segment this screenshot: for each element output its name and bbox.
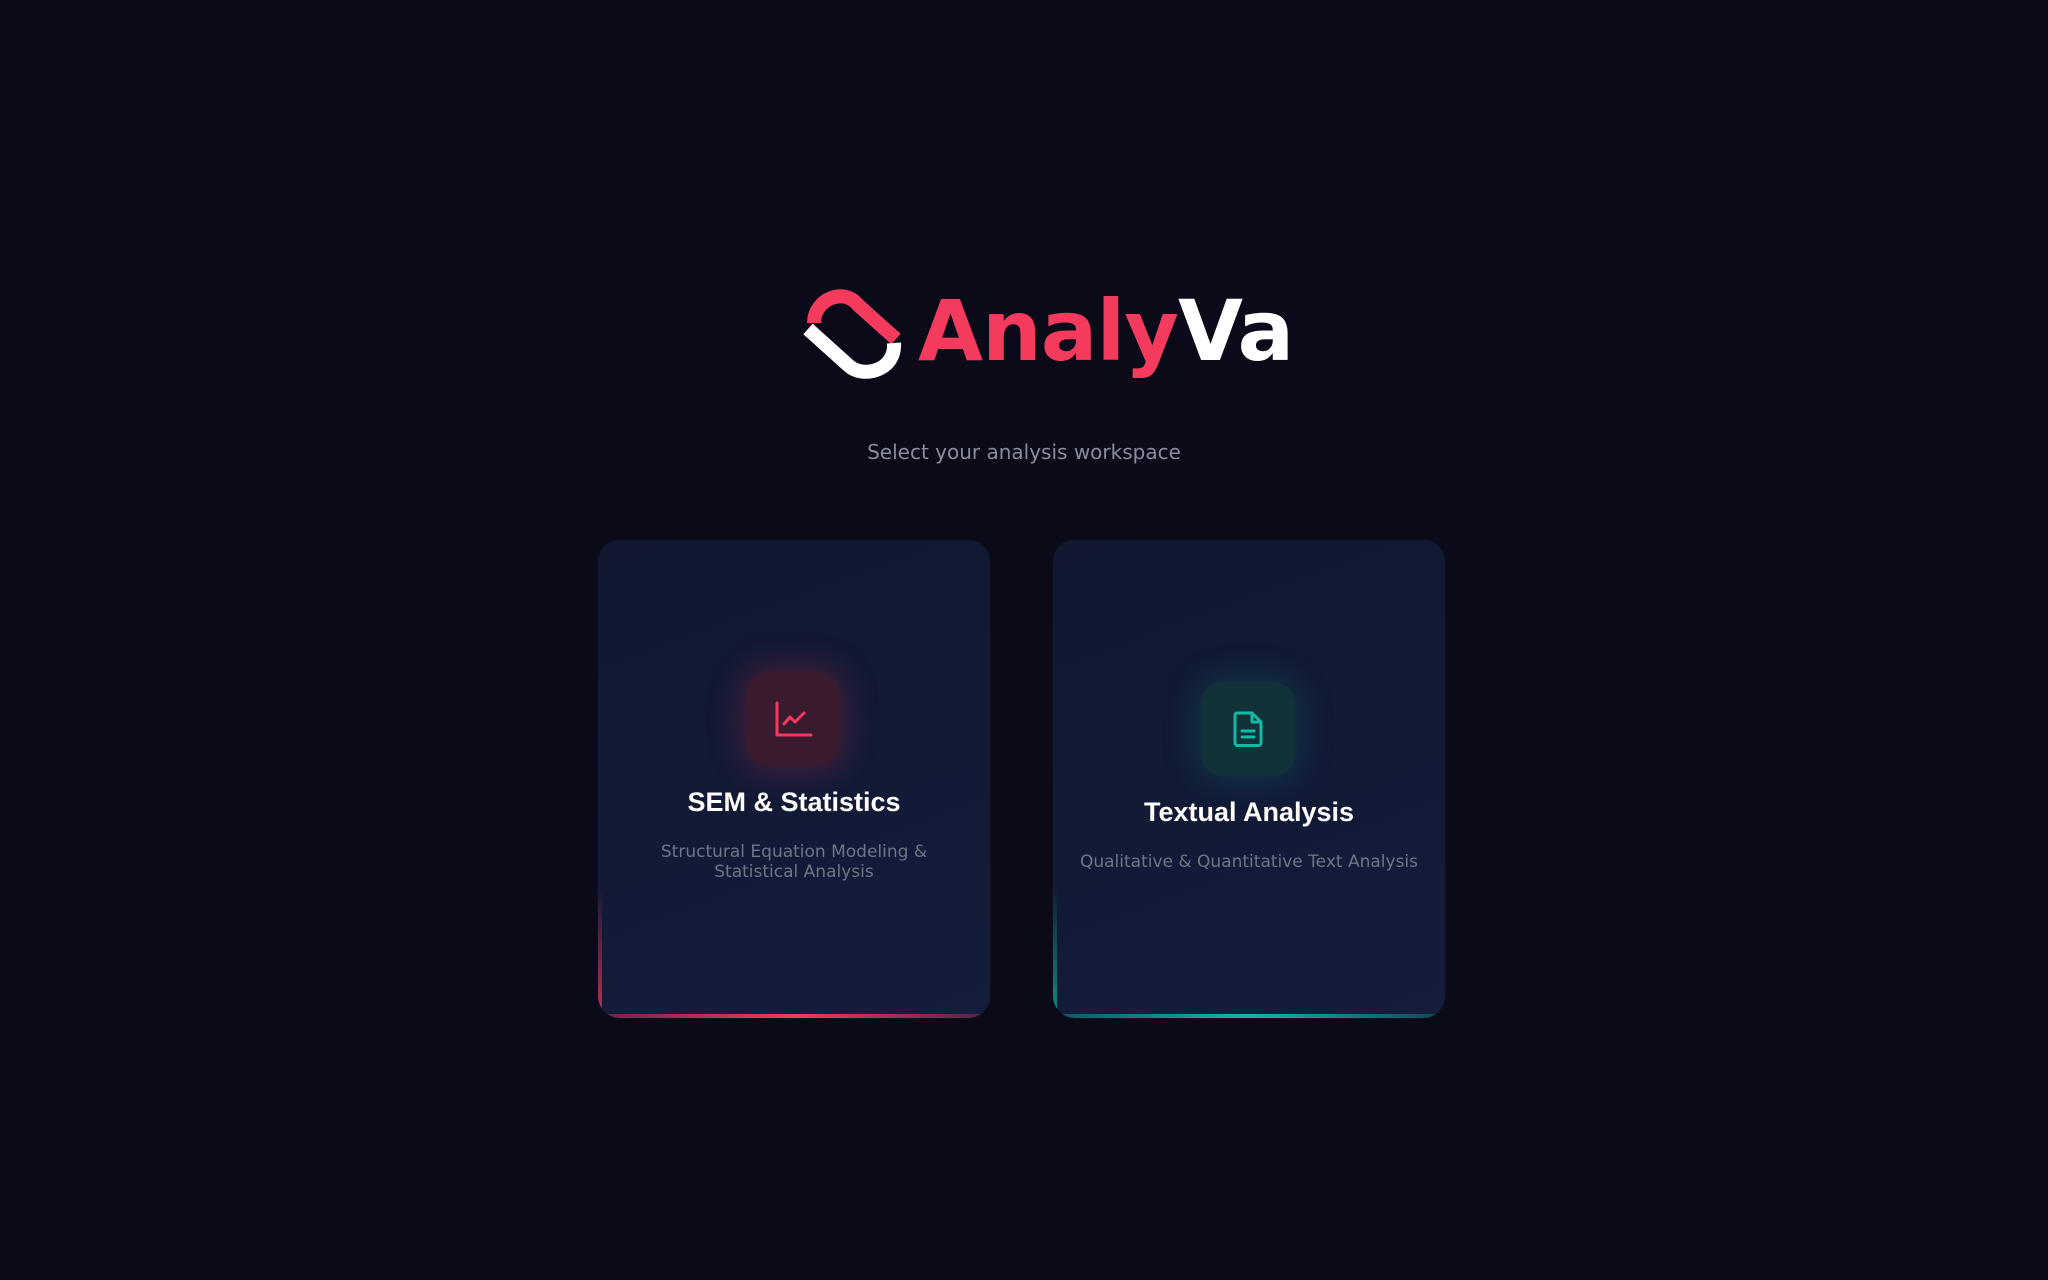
brand-name-part-2: Va bbox=[1178, 282, 1294, 380]
brand-wordmark: AnalyVa bbox=[918, 289, 1294, 373]
line-chart-icon bbox=[775, 701, 813, 737]
workspace-icon-container bbox=[746, 672, 840, 766]
workspace-description: Structural Equation Modeling & Statistic… bbox=[660, 842, 928, 882]
workspace-card-sem-statistics[interactable]: SEM & Statistics Structural Equation Mod… bbox=[598, 540, 990, 1018]
brand-name-part-1: Analy bbox=[918, 282, 1179, 380]
workspace-title: Textual Analysis bbox=[1143, 797, 1355, 827]
analyva-logo-icon bbox=[803, 289, 901, 379]
brand-logo: AnalyVa bbox=[800, 276, 1294, 386]
document-icon bbox=[1233, 711, 1263, 747]
card-accent-bottom bbox=[598, 1014, 990, 1018]
card-accent-bottom bbox=[1053, 1014, 1445, 1018]
card-accent-side bbox=[598, 888, 602, 1018]
workspace-title: SEM & Statistics bbox=[687, 787, 901, 817]
card-accent-side bbox=[1053, 888, 1057, 1018]
page-subtitle: Select your analysis workspace bbox=[867, 440, 1181, 464]
workspace-card-textual-analysis[interactable]: Textual Analysis Qualitative & Quantitat… bbox=[1053, 540, 1445, 1018]
workspace-description: Qualitative & Quantitative Text Analysis bbox=[1079, 852, 1419, 872]
workspace-selector-page: AnalyVa Select your analysis workspace S… bbox=[0, 0, 2048, 1280]
workspace-icon-container bbox=[1201, 682, 1295, 776]
